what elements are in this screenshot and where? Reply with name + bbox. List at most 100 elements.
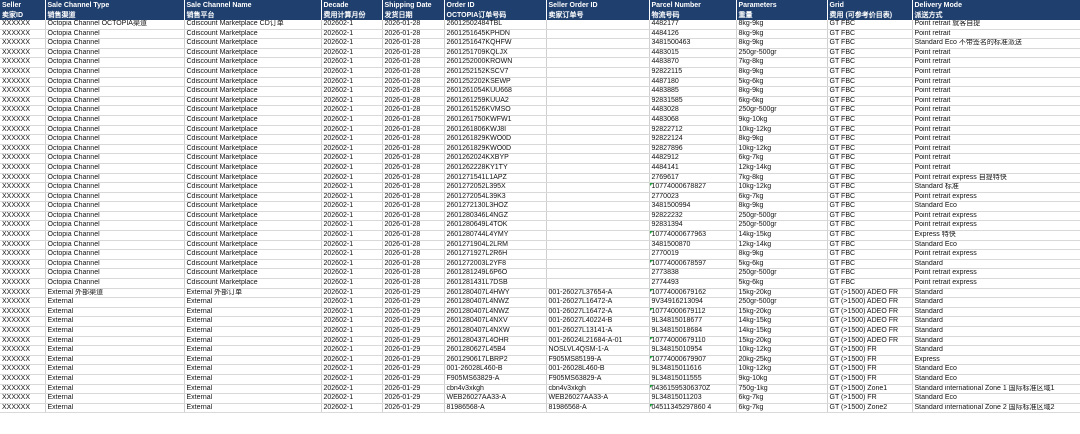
cell-sale-channel-type[interactable]: Octopia Channel [45, 278, 185, 289]
cell-shipping-date[interactable]: 2026-01-28 [382, 48, 445, 59]
cell-sale-channel-name[interactable]: External [184, 297, 322, 308]
cell-decade[interactable]: 202602-1 [321, 307, 383, 318]
cell-seller[interactable]: XXXXXX [0, 96, 46, 107]
cell-sale-channel-name[interactable]: External [184, 326, 322, 337]
cell-seller-order-id[interactable] [546, 48, 650, 59]
cell-decade[interactable]: 202602-1 [321, 125, 383, 136]
cell-order-id[interactable]: 2601280407L4NWZ [444, 307, 547, 318]
cell-delivery-mode[interactable]: Standard [912, 326, 1080, 337]
cell-seller[interactable]: XXXXXX [0, 259, 46, 270]
cell-grid[interactable]: GT (>1500) FR [827, 355, 913, 366]
cell-order-id[interactable]: 2601252202KSEWP [444, 77, 547, 88]
cell-seller-order-id[interactable]: 81986568-A [546, 403, 650, 414]
cell-seller[interactable]: XXXXXX [0, 77, 46, 88]
cell-sale-channel-type[interactable]: Octopia Channel [45, 182, 185, 193]
cell-grid[interactable]: GT FBC [827, 268, 913, 280]
cell-seller[interactable]: XXXXXX [0, 268, 46, 280]
cell-order-id[interactable]: 2601280649L4TOK [444, 220, 547, 232]
cell-parameters[interactable]: 8kg-9kg [736, 134, 828, 145]
cell-grid[interactable]: GT (>1500) ADEO FR [827, 326, 913, 337]
cell-seller-order-id[interactable] [546, 163, 650, 174]
cell-decade[interactable]: 202602-1 [321, 297, 383, 308]
cell-shipping-date[interactable]: 2026-01-29 [382, 288, 445, 299]
cell-shipping-date[interactable]: 2026-01-28 [382, 67, 445, 78]
cell-order-id[interactable]: 2601261054KUU668 [444, 86, 547, 97]
cell-seller-order-id[interactable] [546, 153, 650, 164]
cell-delivery-mode[interactable]: Point retrait express [912, 268, 1080, 280]
cell-decade[interactable]: 202602-1 [321, 86, 383, 97]
cell-parcel-number[interactable]: 3481500994 [649, 201, 737, 212]
cell-sale-channel-name[interactable]: Cdiscount Marketplace [184, 278, 322, 289]
cell-grid[interactable]: GT FBC [827, 38, 913, 49]
cell-sale-channel-name[interactable]: Cdiscount Marketplace [184, 249, 322, 260]
cell-decade[interactable]: 202602-1 [321, 153, 383, 164]
cell-decade[interactable]: 202602-1 [321, 77, 383, 88]
cell-seller-order-id[interactable]: NOSLVL4QSM-1-A [546, 345, 650, 356]
cell-delivery-mode[interactable]: Point retrait express [912, 211, 1080, 222]
cell-order-id[interactable]: 2601280744L4YMY [444, 230, 547, 241]
cell-seller[interactable]: XXXXXX [0, 364, 46, 375]
cell-delivery-mode[interactable]: Standard [912, 307, 1080, 318]
cell-delivery-mode[interactable]: Point retrait express 自提特快 [912, 173, 1080, 184]
cell-delivery-mode[interactable]: Standard Eco [912, 393, 1080, 404]
cell-sale-channel-type[interactable]: External [45, 384, 185, 395]
cell-order-id[interactable]: 2601262228KY1TY [444, 163, 547, 174]
cell-sale-channel-name[interactable]: Cdiscount Marketplace [184, 115, 322, 126]
cell-delivery-mode[interactable]: Point retrait [912, 86, 1080, 97]
cell-delivery-mode[interactable]: Point retrait express [912, 220, 1080, 232]
cell-grid[interactable]: GT (>1500) FR [827, 364, 913, 375]
cell-parameters[interactable]: 20kg-25kg [736, 355, 828, 366]
cell-parcel-number[interactable]: 4484141 [649, 163, 737, 174]
cell-sale-channel-name[interactable]: Cdiscount Marketplace [184, 268, 322, 280]
cell-seller[interactable]: XXXXXX [0, 345, 46, 356]
cell-parameters[interactable]: 12kg-14kg [736, 240, 828, 251]
cell-parameters[interactable]: 7kg-8kg [736, 57, 828, 68]
cell-order-id[interactable]: 2601280627L45B4 [444, 345, 547, 356]
cell-sale-channel-name[interactable]: Cdiscount Marketplace [184, 38, 322, 49]
cell-parcel-number[interactable]: 2769617 [649, 173, 737, 184]
cell-order-id[interactable]: 2601261750KWFW1 [444, 115, 547, 126]
cell-parameters[interactable]: 10kg-12kg [736, 345, 828, 356]
cell-seller[interactable]: XXXXXX [0, 105, 46, 116]
cell-delivery-mode[interactable]: Point retrait [912, 134, 1080, 145]
cell-delivery-mode[interactable]: Point retrait [912, 105, 1080, 116]
cell-sale-channel-name[interactable]: External [184, 374, 322, 385]
cell-decade[interactable]: 202602-1 [321, 326, 383, 337]
cell-sale-channel-type[interactable]: Octopia Channel [45, 77, 185, 88]
cell-seller-order-id[interactable] [546, 134, 650, 145]
cell-decade[interactable]: 202602-1 [321, 182, 383, 193]
cell-seller-order-id[interactable] [546, 38, 650, 49]
cell-parcel-number[interactable]: 10774000679162 [649, 288, 737, 299]
cell-seller[interactable]: XXXXXX [0, 201, 46, 212]
cell-order-id[interactable]: 2601280407L4NXV [444, 316, 547, 327]
cell-shipping-date[interactable]: 2026-01-29 [382, 336, 445, 347]
cell-parcel-number[interactable]: 4484126 [649, 29, 737, 40]
cell-seller[interactable]: XXXXXX [0, 38, 46, 49]
cell-parameters[interactable]: 6kg-6kg [736, 96, 828, 107]
cell-parameters[interactable]: 8kg-9kg [736, 67, 828, 78]
cell-decade[interactable]: 202602-1 [321, 278, 383, 289]
cell-parameters[interactable]: 8kg-9kg [736, 86, 828, 97]
cell-seller[interactable]: XXXXXX [0, 86, 46, 97]
cell-parcel-number[interactable]: 9V34916213094 [649, 297, 737, 308]
cell-sale-channel-type[interactable]: Octopia Channel [45, 153, 185, 164]
cell-decade[interactable]: 202602-1 [321, 393, 383, 404]
cell-decade[interactable]: 202602-1 [321, 230, 383, 241]
cell-shipping-date[interactable]: 2026-01-28 [382, 105, 445, 116]
cell-seller[interactable]: XXXXXX [0, 230, 46, 241]
cell-shipping-date[interactable]: 2026-01-29 [382, 316, 445, 327]
cell-decade[interactable]: 202602-1 [321, 105, 383, 116]
cell-delivery-mode[interactable]: Point retrait express [912, 278, 1080, 289]
cell-decade[interactable]: 202602-1 [321, 364, 383, 375]
cell-parameters[interactable]: 6kg-7kg [736, 403, 828, 414]
cell-parameters[interactable]: 750g-1kg [736, 384, 828, 395]
cell-seller-order-id[interactable] [546, 211, 650, 222]
cell-seller-order-id[interactable] [546, 67, 650, 78]
cell-seller[interactable]: XXXXXX [0, 336, 46, 347]
cell-sale-channel-name[interactable]: External [184, 336, 322, 347]
cell-parcel-number[interactable]: 2774493 [649, 278, 737, 289]
cell-seller-order-id[interactable]: 001-26027L16472-A [546, 307, 650, 318]
cell-seller-order-id[interactable]: 001-26027L16472-A [546, 297, 650, 308]
cell-parcel-number[interactable]: 4487180 [649, 77, 737, 88]
cell-parcel-number[interactable]: 10774000679112 [649, 307, 737, 318]
